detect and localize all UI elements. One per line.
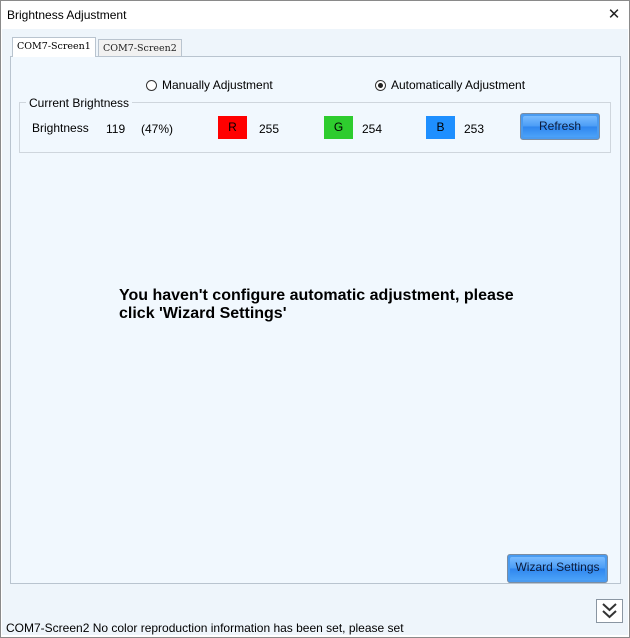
- configuration-message: You haven't configure automatic adjustme…: [119, 287, 514, 322]
- close-icon[interactable]: ✕: [603, 4, 625, 26]
- refresh-button-label: Refresh: [523, 116, 597, 137]
- red-channel-value: 255: [259, 122, 280, 136]
- green-channel-swatch: G: [324, 116, 353, 139]
- double-chevron-down-icon[interactable]: [596, 599, 623, 623]
- brightness-percent: (47%): [141, 122, 174, 136]
- radio-checked-icon: [375, 79, 386, 91]
- window-client-area: COM7-Screen1 COM7-Screen2 Manually Adjus…: [2, 29, 628, 635]
- tab-com7-screen1[interactable]: COM7-Screen1: [12, 37, 96, 57]
- manual-adjustment-label: Manually Adjustment: [162, 78, 273, 92]
- red-channel-swatch: R: [218, 116, 247, 139]
- blue-channel-value: 253: [464, 122, 485, 136]
- title-bar: Brightness Adjustment ✕: [1, 1, 629, 29]
- tab-panel: Manually Adjustment Automatically Adjust…: [10, 56, 621, 584]
- current-brightness-title: Current Brightness: [26, 96, 133, 110]
- green-channel-value: 254: [362, 122, 383, 136]
- brightness-label: Brightness: [32, 121, 89, 135]
- window-title: Brightness Adjustment: [7, 8, 127, 22]
- manual-adjustment-radio[interactable]: Manually Adjustment: [146, 78, 273, 92]
- wizard-settings-label: Wizard Settings: [510, 557, 605, 580]
- brightness-value: 119: [106, 122, 126, 136]
- brightness-adjustment-window: Brightness Adjustment ✕ COM7-Screen1 COM…: [0, 0, 630, 638]
- radio-unchecked-icon: [146, 79, 157, 91]
- status-bar-text: COM7-Screen2 No color reproduction infor…: [6, 621, 404, 635]
- automatic-adjustment-label: Automatically Adjustment: [391, 78, 526, 92]
- wizard-settings-button[interactable]: Wizard Settings: [507, 554, 608, 583]
- current-brightness-group: Current Brightness Brightness 119 (47%) …: [19, 96, 611, 153]
- tab-com7-screen2[interactable]: COM7-Screen2: [98, 39, 182, 57]
- refresh-button[interactable]: Refresh: [520, 113, 600, 140]
- automatic-adjustment-radio[interactable]: Automatically Adjustment: [375, 78, 525, 92]
- blue-channel-swatch: B: [426, 116, 455, 139]
